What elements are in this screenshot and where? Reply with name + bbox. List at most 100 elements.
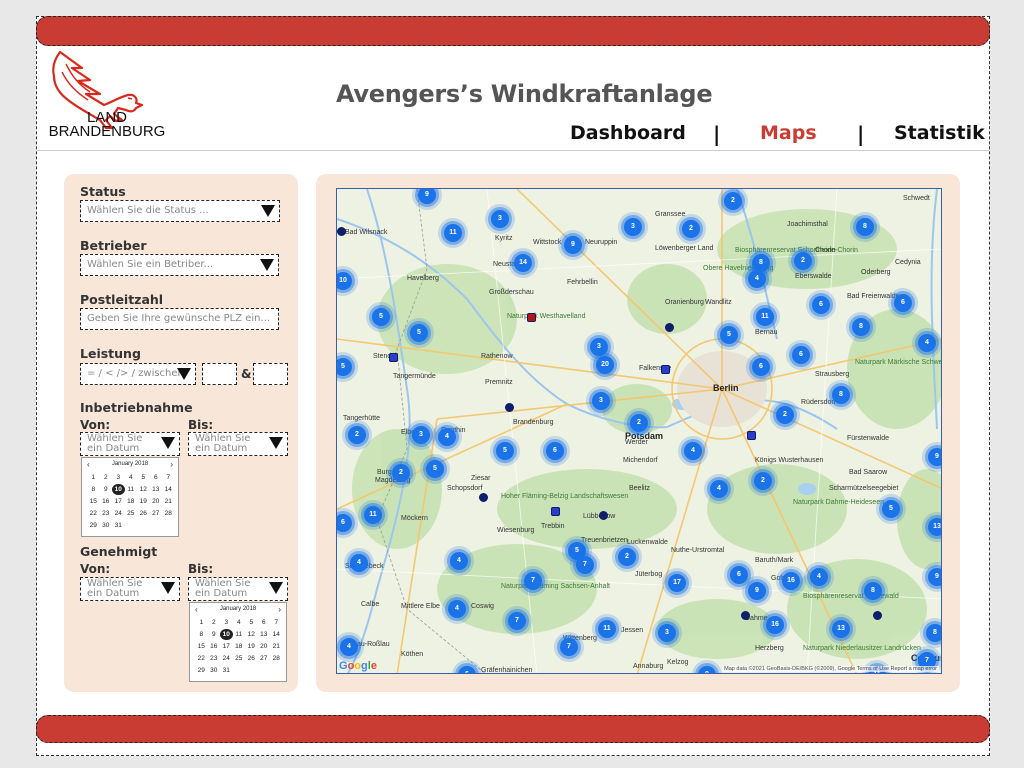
calendar-day[interactable]: 16	[100, 496, 113, 507]
map-cluster-marker[interactable]: 8	[926, 624, 941, 642]
calendar-day[interactable]: 23	[100, 508, 113, 519]
calendar-day[interactable]: 18	[233, 641, 246, 652]
map-cluster-marker[interactable]: 11	[364, 506, 382, 524]
calendar-day[interactable]: 3	[112, 472, 125, 483]
map-cluster-marker[interactable]: 5	[720, 326, 738, 344]
map-cluster-marker[interactable]: 2	[794, 252, 812, 270]
map-cluster-marker[interactable]: 2	[682, 220, 700, 238]
calendar-day[interactable]: 1	[195, 617, 208, 628]
calendar-day[interactable]: 2	[100, 472, 113, 483]
map-cluster-marker[interactable]: 2	[618, 548, 636, 566]
wind-turbine-pin[interactable]	[741, 611, 750, 620]
map-cluster-marker[interactable]: 4	[438, 428, 456, 446]
map-cluster-marker[interactable]: 3	[658, 624, 676, 642]
map-cluster-marker[interactable]: 17	[668, 574, 686, 592]
calendar-day[interactable]: 5	[245, 617, 258, 628]
leistung-operator-select[interactable]: = / < /> / zwischen	[80, 363, 196, 385]
inbetriebnahme-von-datepicker[interactable]: Wählen Sie ein Datum	[80, 432, 180, 456]
wind-turbine-pin[interactable]	[747, 431, 756, 440]
calendar-day[interactable]: 20	[258, 641, 271, 652]
calendar-day[interactable]: 19	[137, 496, 150, 507]
map-cluster-marker[interactable]: 13	[928, 518, 941, 536]
map-cluster-marker[interactable]: 11	[598, 620, 616, 638]
calendar-day[interactable]: 7	[162, 472, 175, 483]
wind-turbine-pin[interactable]	[505, 403, 514, 412]
map-cluster-marker[interactable]: 2	[348, 426, 366, 444]
map-cluster-marker[interactable]: 6	[792, 346, 810, 364]
calendar-day[interactable]: 24	[220, 653, 233, 664]
map-cluster-marker[interactable]: 5	[410, 324, 428, 342]
nav-statistik[interactable]: Statistik	[894, 122, 985, 148]
map-cluster-marker[interactable]: 9	[564, 236, 582, 254]
wind-turbine-pin[interactable]	[337, 227, 346, 236]
google-map[interactable]: Schwedt Granssee Bad Wilsnack Kyritz Wittsto…	[336, 188, 942, 674]
wind-turbine-pin[interactable]	[479, 493, 488, 502]
map-cluster-marker[interactable]: 9	[928, 568, 941, 586]
wind-turbine-pin[interactable]	[873, 611, 882, 620]
map-cluster-marker[interactable]: 5	[496, 442, 514, 460]
map-cluster-marker[interactable]: 4	[710, 480, 728, 498]
calendar-day[interactable]: 17	[220, 641, 233, 652]
wind-turbine-pin[interactable]	[527, 313, 536, 322]
calendar-day[interactable]: 18	[125, 496, 138, 507]
calendar-day[interactable]: 10	[112, 484, 125, 495]
calendar-day[interactable]: 14	[162, 484, 175, 495]
map-cluster-marker[interactable]: 2	[630, 414, 648, 432]
calendar-day[interactable]: 15	[195, 641, 208, 652]
calendar-day[interactable]: 21	[270, 641, 283, 652]
calendar-day[interactable]: 10	[220, 629, 233, 640]
calendar-day[interactable]: 23	[208, 653, 221, 664]
map-cluster-marker[interactable]: 20	[596, 356, 614, 374]
calendar-day[interactable]: 15	[87, 496, 100, 507]
calendar-day[interactable]: 5	[137, 472, 150, 483]
calendar-day[interactable]: 4	[233, 617, 246, 628]
calendar-day[interactable]: 19	[245, 641, 258, 652]
map-cluster-marker[interactable]: 4	[448, 600, 466, 618]
calendar-day[interactable]: 13	[258, 629, 271, 640]
map-cluster-marker[interactable]: 3	[592, 392, 610, 410]
calendar-day[interactable]: 27	[150, 508, 163, 519]
map-attribution[interactable]: Map data ©2021 GeoBasis-DE/BKG (©2009), …	[722, 666, 939, 672]
calendar-day[interactable]: 28	[270, 653, 283, 664]
wind-turbine-pin[interactable]	[665, 323, 674, 332]
map-cluster-marker[interactable]: 7	[524, 572, 542, 590]
calendar-day[interactable]: 8	[195, 629, 208, 640]
calendar-day[interactable]: 29	[87, 520, 100, 531]
calendar-day[interactable]: 9	[100, 484, 113, 495]
calendar-day[interactable]: 14	[270, 629, 283, 640]
map-cluster-marker[interactable]: 4	[340, 638, 358, 656]
map-cluster-marker[interactable]: 6	[546, 442, 564, 460]
calendar-day[interactable]: 9	[208, 629, 221, 640]
map-cluster-marker[interactable]: 2	[754, 472, 772, 490]
calendar-day[interactable]: 28	[162, 508, 175, 519]
map-cluster-marker[interactable]: 6	[894, 294, 912, 312]
calendar-day[interactable]: 21	[162, 496, 175, 507]
map-cluster-marker[interactable]: 3	[412, 426, 430, 444]
map-cluster-marker[interactable]: 4	[684, 442, 702, 460]
calendar-day[interactable]: 7	[270, 617, 283, 628]
calendar-next-button[interactable]: ›	[278, 605, 281, 614]
wind-turbine-pin[interactable]	[661, 365, 670, 374]
map-cluster-marker[interactable]: 3	[590, 338, 608, 356]
map-cluster-marker[interactable]: 13	[832, 620, 850, 638]
calendar-day[interactable]: 8	[87, 484, 100, 495]
map-cluster-marker[interactable]: 9	[748, 582, 766, 600]
leistung-max-input[interactable]	[253, 363, 288, 385]
map-cluster-marker[interactable]: 2	[392, 464, 410, 482]
calendar-day[interactable]: 25	[125, 508, 138, 519]
calendar-day[interactable]: 20	[150, 496, 163, 507]
calendar-day[interactable]: 31	[220, 665, 233, 676]
calendar-next-button[interactable]: ›	[170, 460, 173, 469]
calendar-day[interactable]: 6	[258, 617, 271, 628]
calendar-day[interactable]: 11	[233, 629, 246, 640]
map-cluster-marker[interactable]: 4	[810, 568, 828, 586]
map-cluster-marker[interactable]: 11	[444, 224, 462, 242]
map-cluster-marker[interactable]: 6	[752, 358, 770, 376]
calendar-day[interactable]: 25	[233, 653, 246, 664]
map-cluster-marker[interactable]: 8	[832, 386, 850, 404]
map-cluster-marker[interactable]: 7	[560, 638, 578, 656]
map-cluster-marker[interactable]: 3	[491, 210, 509, 228]
map-cluster-marker[interactable]: 8	[852, 318, 870, 336]
calendar-day[interactable]: 12	[137, 484, 150, 495]
map-cluster-marker[interactable]: 2	[776, 406, 794, 424]
